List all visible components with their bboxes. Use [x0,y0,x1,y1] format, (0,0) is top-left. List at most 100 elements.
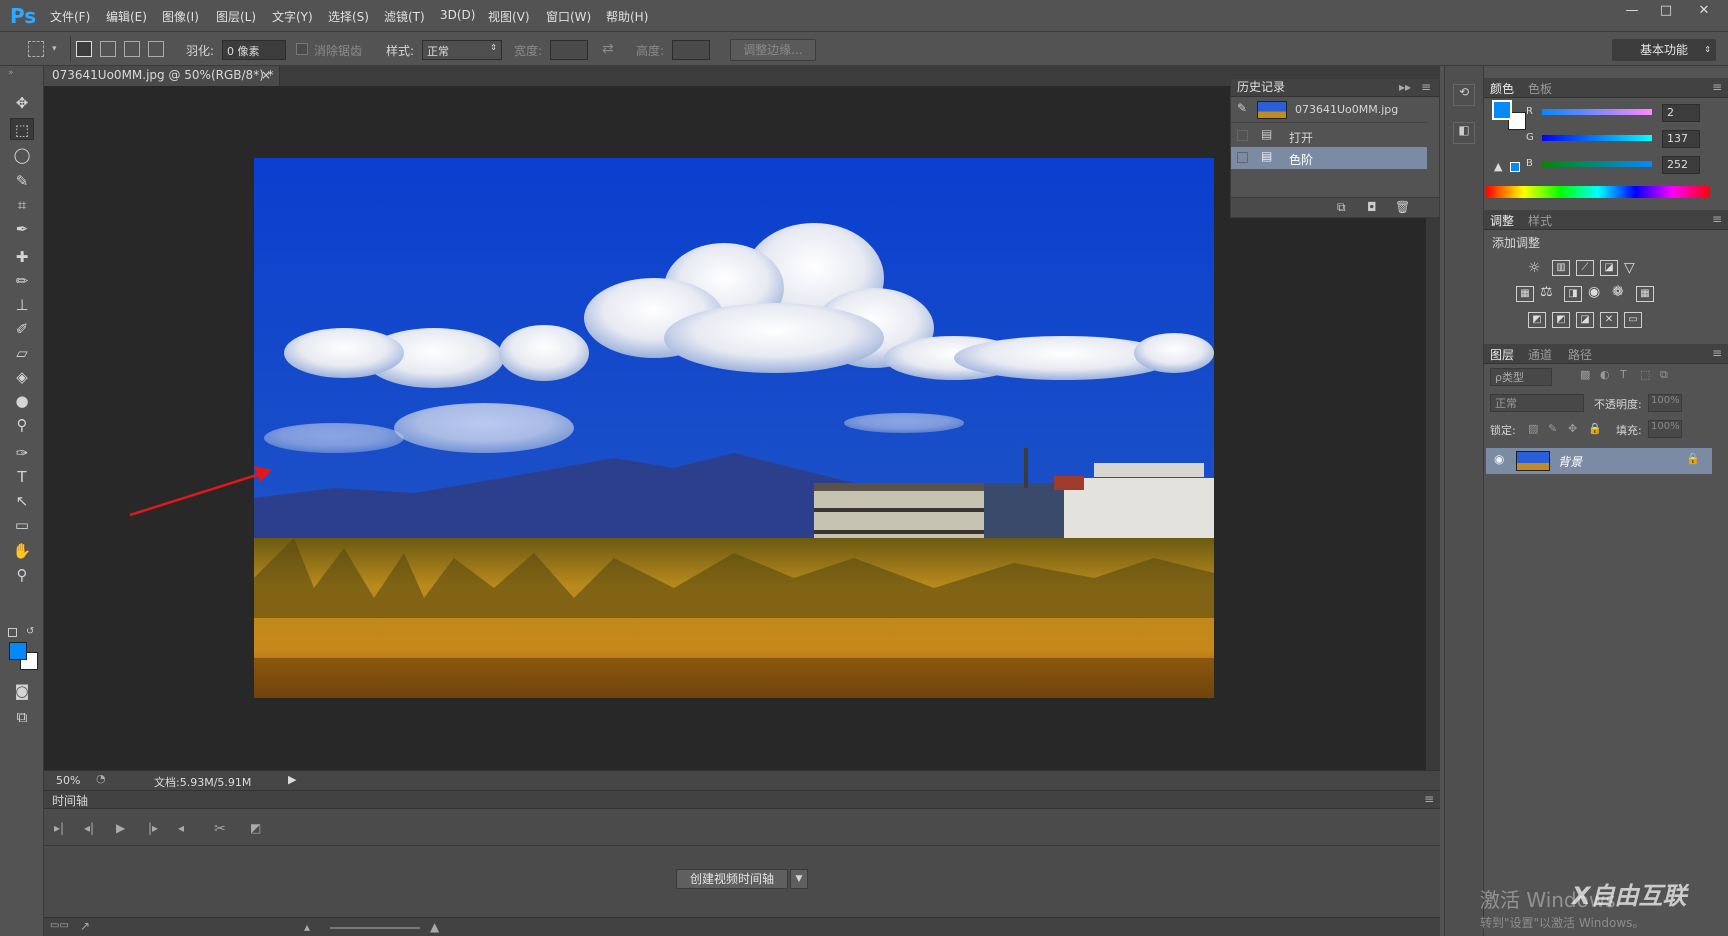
width-input[interactable] [550,40,588,60]
new-selection-icon[interactable] [76,41,92,57]
foreground-color-swatch[interactable] [9,642,27,660]
menu-select[interactable]: 选择(S) [328,8,369,25]
exposure-icon[interactable]: ◪ [1600,260,1618,276]
lock-transparency-icon[interactable]: ▨ [1528,422,1538,435]
move-tool-icon[interactable]: ✥ [10,92,34,114]
opacity-input[interactable]: 100% [1648,394,1682,412]
workspace-select[interactable]: 基本功能 ⇕ [1612,39,1716,61]
menu-view[interactable]: 视图(V) [488,8,530,25]
hand-tool-icon[interactable]: ✋ [10,540,34,562]
stamp-tool-icon[interactable]: ⊥ [10,294,34,316]
collapse-toolbar-icon[interactable]: » [8,68,14,78]
levels-icon[interactable]: ▥ [1552,260,1570,276]
marquee-tool-icon[interactable]: ⬚ [10,118,34,140]
menu-file[interactable]: 文件(F) [50,8,90,25]
brightness-icon[interactable]: ☼ [1528,260,1541,276]
zoom-tool-icon[interactable]: ⚲ [10,564,34,586]
menu-layer[interactable]: 图层(L) [216,8,256,25]
quick-select-tool-icon[interactable]: ✎ [10,170,34,192]
pen-tool-icon[interactable]: ✑ [10,442,34,464]
menu-window[interactable]: 窗口(W) [546,8,591,25]
panel-menu-icon[interactable]: ≡ [1421,79,1431,96]
history-checkbox[interactable] [1237,130,1248,141]
history-panel-icon[interactable]: ⟲ [1453,84,1475,106]
maximize-button[interactable]: □ [1650,0,1682,22]
blend-mode-select[interactable]: 正常 [1490,394,1584,412]
tab-color[interactable]: 颜色 [1490,80,1514,97]
image-canvas[interactable] [254,158,1214,698]
tab-adjustments[interactable]: 调整 [1490,212,1514,229]
blur-tool-icon[interactable]: ● [10,390,34,412]
history-brush-icon[interactable]: ✎ [1237,101,1247,115]
g-slider[interactable] [1542,135,1652,141]
trash-icon[interactable]: 🗑 [1395,200,1410,214]
swap-colors-icon[interactable]: ↺ [26,626,34,637]
menu-filter[interactable]: 滤镜(T) [384,8,425,25]
healing-brush-tool-icon[interactable]: ✚ [10,246,34,268]
b-input[interactable]: 252 [1662,156,1700,174]
audio-icon[interactable]: ◂ [178,821,184,835]
properties-panel-icon[interactable]: ◧ [1453,122,1475,144]
history-checkbox[interactable] [1237,152,1248,163]
web-color-icon[interactable] [1510,162,1520,172]
panel-menu-icon[interactable]: ≡ [1712,346,1722,360]
type-tool-icon[interactable]: T [10,466,34,488]
close-button[interactable]: ✕ [1688,0,1720,22]
bucket-tool-icon[interactable]: ◈ [10,366,34,388]
shape-filter-icon[interactable]: ⬚ [1640,368,1650,381]
chevron-down-icon[interactable]: ▼ [790,869,808,889]
r-slider[interactable] [1542,109,1652,115]
next-frame-icon[interactable]: |▸ [148,821,158,835]
tab-swatches[interactable]: 色板 [1528,80,1552,97]
panel-menu-icon[interactable]: ≡ [1424,792,1434,806]
tab-paths[interactable]: 路径 [1568,346,1592,363]
zoom-slider[interactable] [330,927,420,929]
channel-mixer-icon[interactable]: ❁ [1612,284,1624,300]
lock-pixels-icon[interactable]: ✎ [1548,422,1557,435]
scissors-icon[interactable]: ✂ [214,821,226,837]
minimize-button[interactable]: — [1616,0,1648,22]
intersect-selection-icon[interactable] [148,41,164,57]
invert-icon[interactable]: ◩ [1528,312,1546,328]
zoom-out-icon[interactable]: ▴ [304,920,310,934]
pixel-filter-icon[interactable]: ▩ [1580,368,1590,381]
convert-frames-icon[interactable]: ▭▭ [50,920,69,931]
panel-menu-icon[interactable]: ≡ [1712,80,1722,94]
selective-color-icon[interactable]: ✕ [1600,312,1618,328]
threshold-icon[interactable]: ◪ [1576,312,1594,328]
adjustment-filter-icon[interactable]: ◐ [1600,368,1610,381]
first-frame-icon[interactable]: ▸| [54,821,64,835]
chevron-down-icon[interactable]: ▾ [52,44,57,54]
marquee-preset-icon[interactable] [28,41,44,57]
quick-mask-icon[interactable]: ◙ [10,680,34,702]
color-spectrum[interactable] [1486,186,1710,198]
gamut-warning-icon[interactable]: ▲ [1494,160,1502,173]
eye-icon[interactable]: ◉ [1494,452,1504,466]
menu-type[interactable]: 文字(Y) [272,8,313,25]
status-menu-arrow-icon[interactable]: ▶ [288,773,296,786]
camera-icon[interactable]: ◘ [1367,200,1377,214]
vibrance-icon[interactable]: ▽ [1624,260,1635,276]
tab-layers[interactable]: 图层 [1490,346,1514,363]
history-item[interactable]: ▤ 打开 [1231,125,1427,147]
zoom-in-icon[interactable]: ▲ [430,920,439,934]
hue-saturation-icon[interactable]: ▦ [1516,286,1534,302]
play-icon[interactable]: ▶ [116,821,125,835]
transition-icon[interactable]: ◩ [250,821,261,835]
history-item[interactable]: ▤ 色阶 [1231,147,1427,169]
fill-input[interactable]: 100% [1648,420,1682,438]
rectangle-tool-icon[interactable]: ▭ [10,514,34,536]
antialias-checkbox[interactable] [296,43,308,55]
curves-icon[interactable]: ⟋ [1576,260,1594,276]
eraser-tool-icon[interactable]: ▱ [10,342,34,364]
height-input[interactable] [672,40,710,60]
expand-icon[interactable]: ▸▸ [1399,79,1411,96]
foreground-color-swatch[interactable] [1492,100,1512,120]
eyedropper-tool-icon[interactable]: ✒ [10,218,34,240]
subtract-selection-icon[interactable] [124,41,140,57]
new-document-from-state-icon[interactable]: ⧉ [1337,200,1346,215]
b-slider[interactable] [1542,161,1652,167]
menu-help[interactable]: 帮助(H) [606,8,648,25]
color-lookup-icon[interactable]: ▦ [1636,286,1654,302]
r-input[interactable]: 2 [1662,104,1700,122]
